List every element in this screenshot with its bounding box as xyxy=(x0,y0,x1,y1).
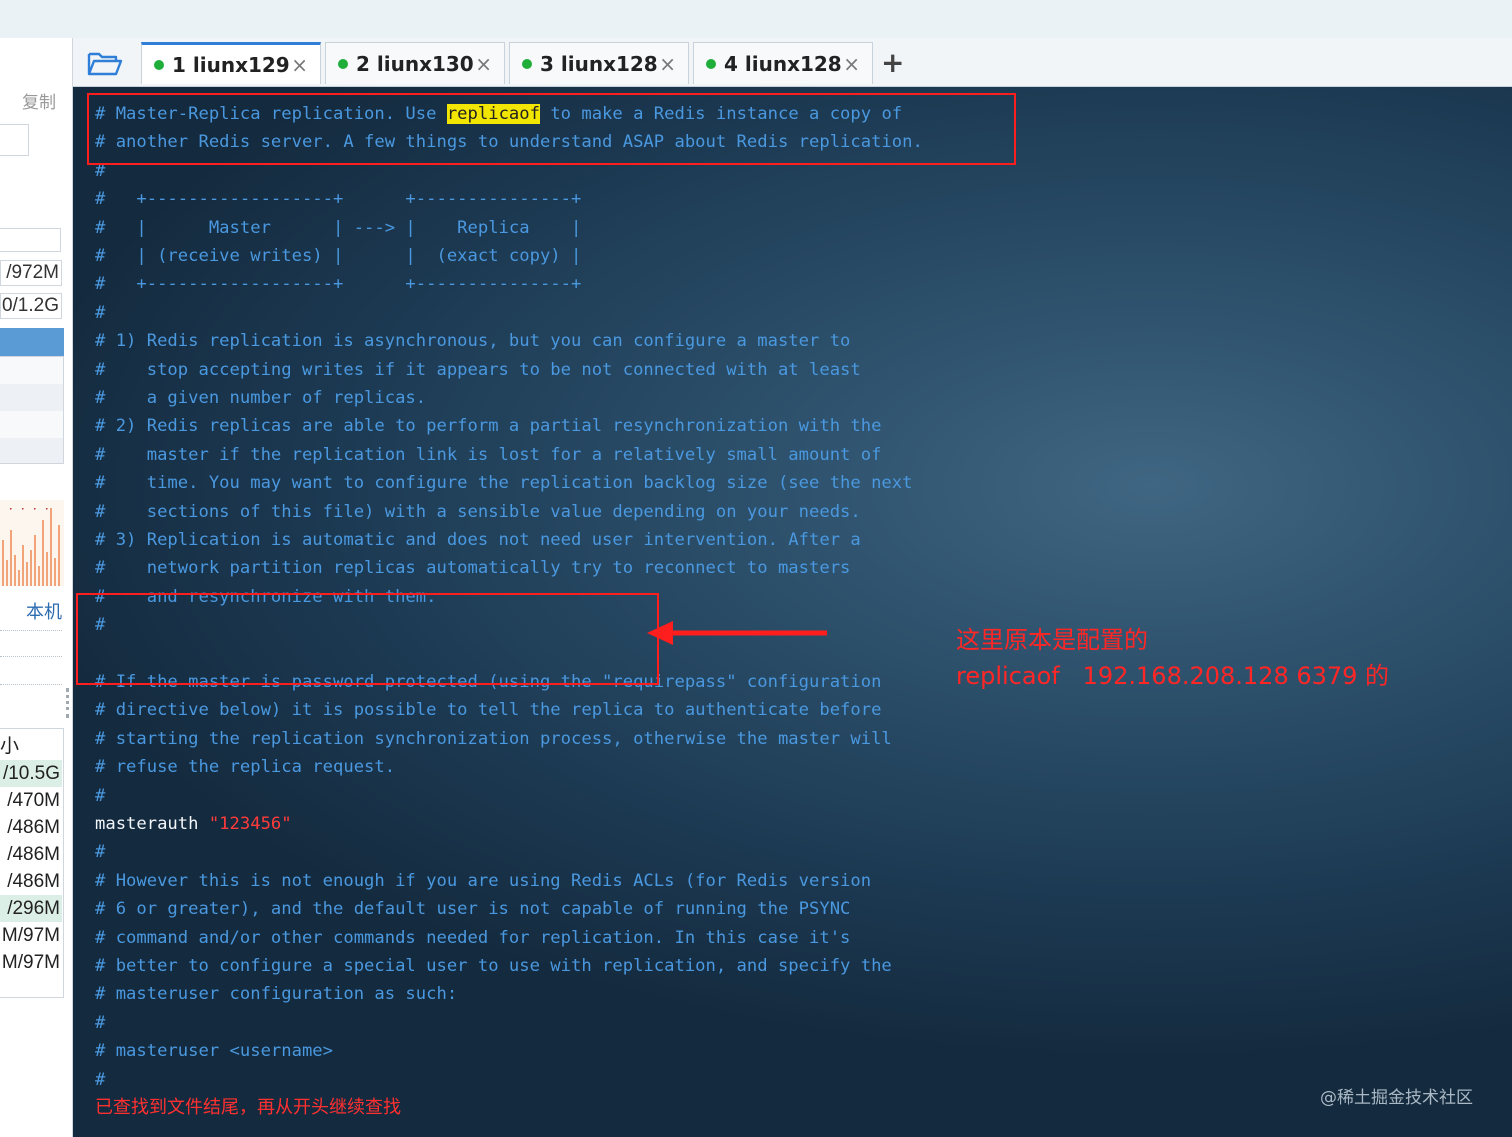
tab-label: 4 liunx128 xyxy=(724,51,842,76)
terminal-line: # 1) Redis replication is asynchronous, … xyxy=(95,331,851,352)
divider xyxy=(0,684,62,685)
process-rows xyxy=(0,356,64,464)
tab-liunx128-2[interactable]: 4 liunx128 × xyxy=(693,42,873,84)
terminal-line: # | Master | ---> | Replica | xyxy=(95,217,582,238)
terminal-line: # sections of this file) with a sensible… xyxy=(95,501,861,522)
annotation-line-2: replicaof 192.168.208.128 6379 的 xyxy=(956,662,1390,690)
list-item[interactable]: /10.5G xyxy=(0,760,62,787)
terminal-line: # 3) Replication is automatic and does n… xyxy=(95,530,861,550)
annotation-line-1: 这里原本是配置的 xyxy=(956,626,1148,654)
terminal-line: # better to configure a special user to … xyxy=(95,956,892,976)
list-item[interactable]: /486M xyxy=(0,841,62,868)
terminal-line: # +------------------+ +---------------+ xyxy=(95,274,582,295)
terminal-line: # directive below) it is possible to tel… xyxy=(95,700,882,721)
copy-button[interactable]: 复制 xyxy=(22,88,56,113)
highlight-box-removed-line xyxy=(76,593,659,685)
folder-open-icon[interactable] xyxy=(87,48,123,78)
local-label[interactable]: 本机 xyxy=(26,598,62,624)
new-tab-plus-icon[interactable]: + xyxy=(881,46,904,79)
list-item[interactable]: /470M xyxy=(0,787,62,814)
terminal-line: # xyxy=(95,785,106,806)
left-input-box[interactable] xyxy=(0,124,29,156)
terminal-line: # +------------------+ +---------------+ xyxy=(95,189,582,210)
memory-stat: /972M xyxy=(0,260,62,286)
terminal-line: # 6 or greater), and the default user is… xyxy=(95,899,851,920)
list-item[interactable]: /296M xyxy=(0,895,62,922)
tab-label: 3 liunx128 xyxy=(540,51,658,76)
terminal-line: # command and/or other commands needed f… xyxy=(95,927,851,948)
terminal-line: # 2) Redis replicas are able to perform … xyxy=(95,416,882,437)
close-icon[interactable]: × xyxy=(843,52,860,76)
terminal-line: # xyxy=(95,1012,106,1033)
close-icon[interactable]: × xyxy=(659,52,676,76)
terminal-line: # | (receive writes) | | (exact copy) | xyxy=(95,246,582,266)
tab-label: 2 liunx130 xyxy=(356,51,474,76)
masterauth-line: masterauth "123456" xyxy=(95,810,292,838)
list-item[interactable]: /486M xyxy=(0,868,62,895)
list-item[interactable]: M/97M xyxy=(0,949,62,976)
tab-liunx130[interactable]: 2 liunx130 × xyxy=(325,42,505,84)
swap-stat: 0/1.2G xyxy=(0,293,62,319)
disk-list: 小 /10.5G /470M /486M /486M /486M /296M M… xyxy=(0,728,64,998)
tab-liunx128[interactable]: 3 liunx128 × xyxy=(509,42,689,84)
selected-row[interactable] xyxy=(0,328,64,356)
config-value: "123456" xyxy=(208,814,292,834)
connected-status-icon xyxy=(706,58,716,69)
left-field xyxy=(0,228,61,252)
terminal-line: # stop accepting writes if it appears to… xyxy=(95,359,861,380)
terminal-line: # xyxy=(95,302,106,323)
list-item[interactable]: /486M xyxy=(0,814,62,841)
highlight-box-top xyxy=(87,93,1016,165)
connected-status-icon xyxy=(522,58,532,69)
connected-status-icon xyxy=(338,58,348,69)
config-key: masterauth xyxy=(95,814,209,834)
terminal-line: # starting the replication synchronizati… xyxy=(95,728,892,749)
tab-liunx129[interactable]: 1 liunx129 × xyxy=(141,42,321,84)
terminal-line: # xyxy=(95,842,106,863)
list-item[interactable]: M/97M xyxy=(0,922,62,949)
divider xyxy=(0,630,62,631)
terminal-line: # masteruser <username> xyxy=(95,1041,333,1062)
tab-label: 1 liunx129 xyxy=(172,52,290,77)
terminal-line: # network partition replicas automatical… xyxy=(95,558,851,579)
network-chart xyxy=(0,500,64,586)
divider xyxy=(0,656,62,657)
close-icon[interactable]: × xyxy=(475,52,492,76)
terminal-line: # refuse the replica request. xyxy=(95,757,396,778)
terminal-line: # masteruser configuration as such: xyxy=(95,984,458,1005)
connected-status-icon xyxy=(154,59,164,70)
session-tab-bar: 1 liunx129 × 2 liunx130 × 3 liunx128 × 4… xyxy=(73,38,1512,87)
top-window-strip xyxy=(0,0,1512,38)
terminal-line: # However this is not enough if you are … xyxy=(95,870,872,891)
swap-stat-value: 0/1.2G xyxy=(1,295,59,316)
terminal-line: # master if the replication link is lost… xyxy=(95,444,882,465)
terminal-line: # a given number of replicas. xyxy=(95,388,427,408)
arrow-left-icon xyxy=(647,621,827,645)
panel-resize-handle[interactable] xyxy=(66,688,72,718)
terminal-output[interactable]: # Master-Replica replication. Use replic… xyxy=(73,87,1512,1137)
close-icon[interactable]: × xyxy=(291,53,308,77)
terminal-line: # xyxy=(95,1069,106,1090)
vim-status-message: 已查找到文件结尾，再从开头继续查找 xyxy=(95,1097,401,1118)
list-header: 小 xyxy=(0,736,20,757)
watermark: @稀土掘金技术社区 xyxy=(1320,1088,1473,1108)
memory-stat-value: /972M xyxy=(6,262,59,283)
left-side-panel: 复制 /972M 0/1.2G 本机 小 /10.5G /470M /486M … xyxy=(0,38,73,1137)
terminal-line: # time. You may want to configure the re… xyxy=(95,473,913,494)
